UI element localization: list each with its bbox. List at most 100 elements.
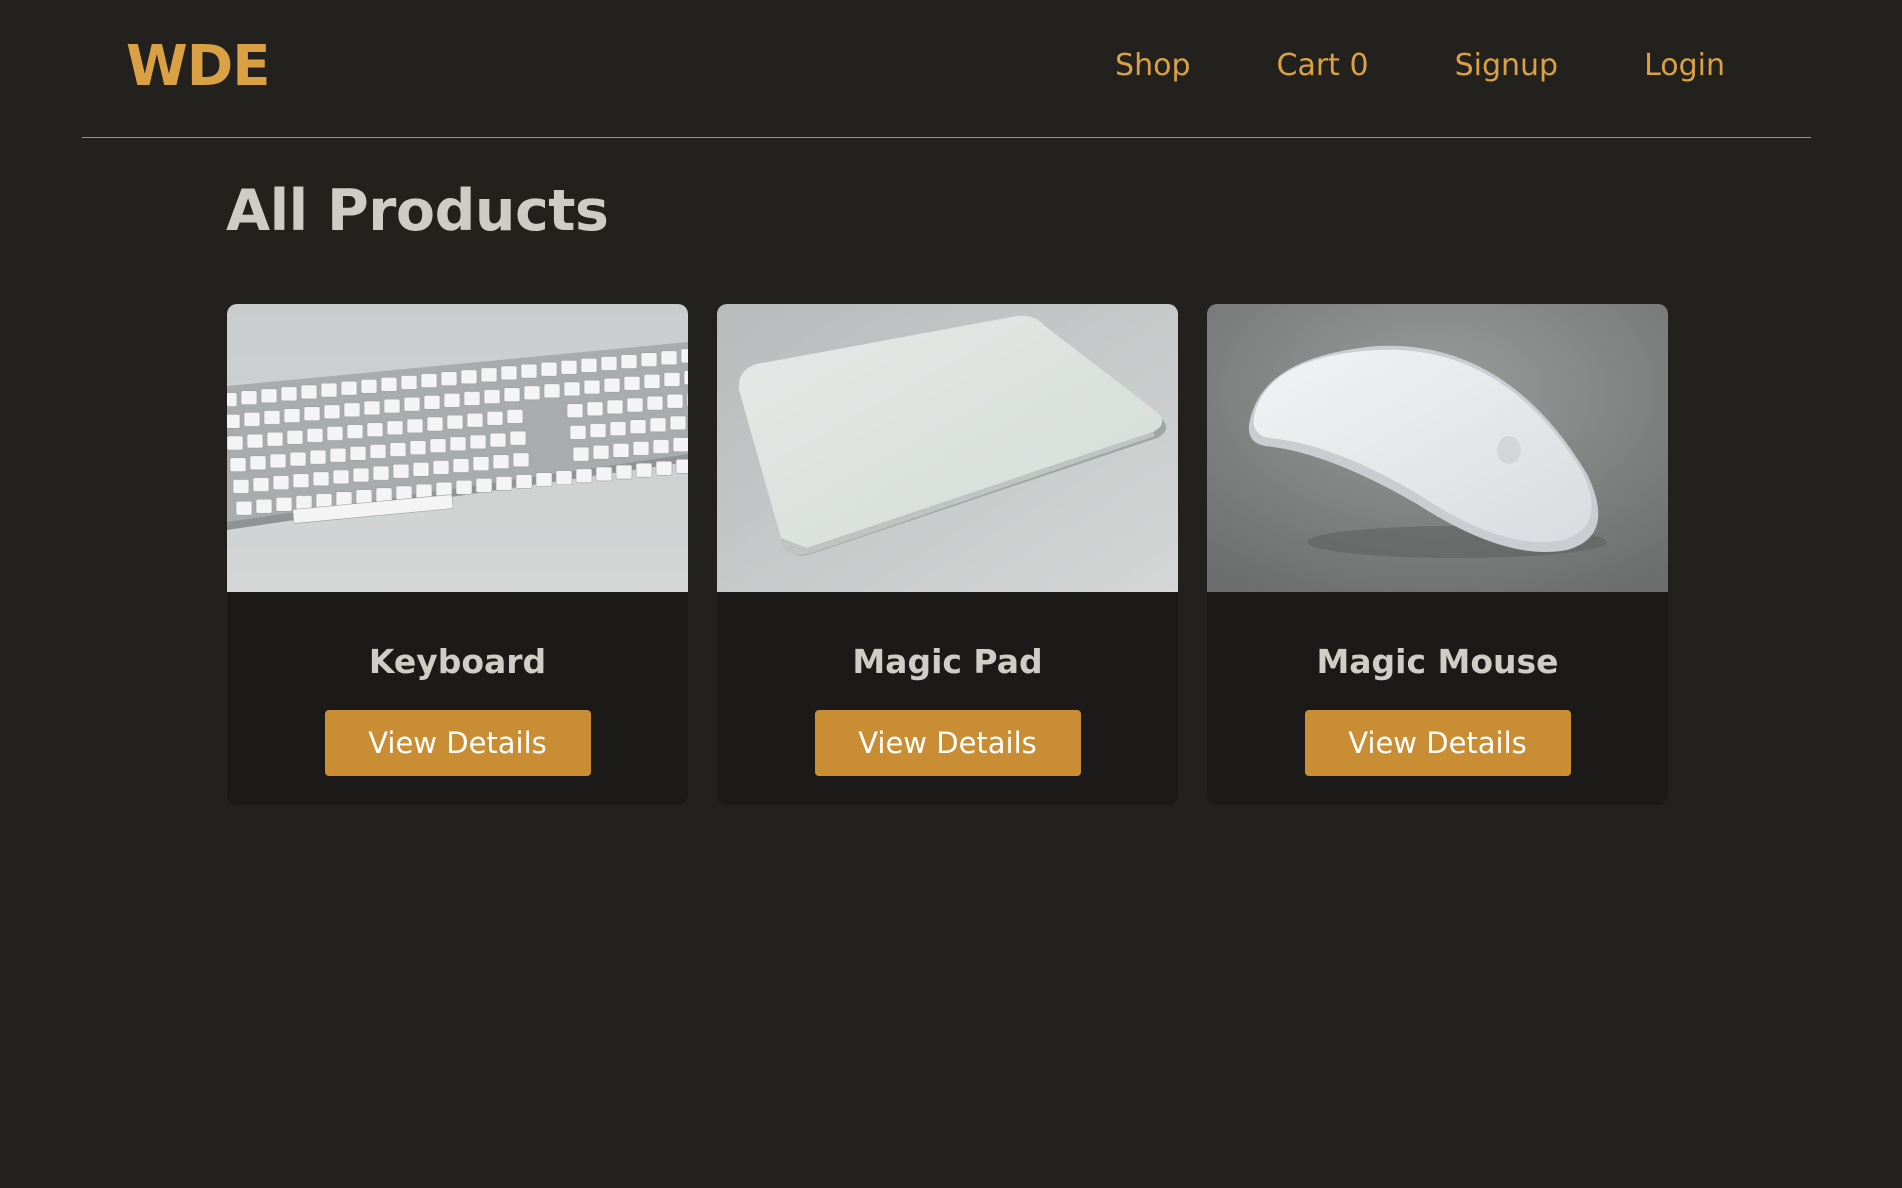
- key-cap: [266, 431, 284, 447]
- view-details-button[interactable]: View Details: [814, 710, 1081, 776]
- key-cap: [483, 389, 501, 404]
- key-cap: [663, 372, 681, 387]
- key-cap: [309, 449, 327, 465]
- key-cap: [289, 451, 307, 467]
- key-cap: [486, 411, 504, 426]
- logo[interactable]: WDE: [126, 34, 271, 99]
- key-cap: [535, 472, 553, 487]
- key-cap: [383, 398, 401, 414]
- key-cap: [603, 377, 621, 393]
- product-name: Keyboard: [368, 642, 547, 681]
- key-cap: [329, 447, 347, 463]
- key-cap: [515, 474, 533, 489]
- key-cap: [446, 414, 464, 430]
- key-cap: [283, 408, 301, 423]
- key-cap: [472, 456, 490, 471]
- key-cap: [369, 444, 387, 459]
- key-cap: [355, 489, 373, 505]
- key-cap: [295, 495, 313, 510]
- view-details-button[interactable]: View Details: [1304, 710, 1571, 776]
- key-cap: [227, 392, 238, 407]
- nav-shop[interactable]: Shop: [1115, 48, 1190, 83]
- key-cap: [392, 463, 410, 479]
- key-cap: [489, 432, 507, 448]
- key-cap: [352, 467, 370, 483]
- key-cap: [280, 386, 298, 402]
- key-cap: [286, 430, 304, 445]
- key-cap: [440, 371, 458, 386]
- key-cap: [320, 382, 338, 398]
- key-cap: [412, 462, 430, 477]
- nav-signup[interactable]: Signup: [1455, 48, 1559, 83]
- key-cap: [589, 423, 607, 438]
- nav-cart[interactable]: Cart 0: [1277, 48, 1369, 83]
- key-cap: [269, 453, 287, 469]
- site-header: WDE Shop Cart 0 Signup Login: [82, 0, 1811, 138]
- key-cap: [380, 377, 398, 392]
- key-cap: [340, 380, 358, 396]
- main-nav: Shop Cart 0 Signup Login: [1115, 48, 1725, 83]
- key-cap: [252, 477, 270, 492]
- key-cap: [543, 383, 561, 399]
- key-cap: [509, 430, 527, 446]
- key-cap: [572, 446, 590, 462]
- key-cap: [232, 479, 250, 494]
- mouse-image: [1207, 304, 1668, 592]
- key-cap: [346, 424, 364, 439]
- key-cap: [500, 365, 518, 381]
- key-cap: [227, 435, 244, 451]
- key-cap: [469, 434, 487, 450]
- product-card-keyboard: Keyboard View Details: [227, 304, 688, 805]
- key-cap: [646, 395, 664, 411]
- key-cap: [495, 476, 513, 491]
- key-cap: [563, 381, 581, 397]
- key-cap: [255, 498, 273, 514]
- key-cap: [586, 401, 604, 417]
- key-cap: [263, 410, 281, 425]
- key-cap: [363, 400, 381, 416]
- view-details-button[interactable]: View Details: [324, 710, 591, 776]
- key-cap: [326, 426, 344, 441]
- key-cap: [303, 406, 321, 421]
- key-cap: [235, 500, 253, 516]
- key-cap: [623, 375, 641, 391]
- key-cap: [292, 473, 310, 489]
- key-cap: [569, 425, 587, 440]
- key-cap: [375, 487, 393, 503]
- key-cap: [672, 437, 688, 452]
- trackpad-image: [717, 304, 1178, 592]
- key-cap: [449, 436, 467, 452]
- key-cap: [620, 354, 638, 369]
- key-cap: [323, 404, 341, 420]
- key-cap: [435, 481, 453, 497]
- key-cap: [595, 466, 613, 482]
- key-cap: [360, 378, 378, 394]
- key-cap: [643, 374, 661, 389]
- key-cap: [606, 399, 624, 415]
- page-title: All Products: [226, 178, 609, 244]
- product-card-magic-mouse: Magic Mouse View Details: [1207, 304, 1668, 805]
- key-cap: [475, 478, 493, 493]
- key-cap: [609, 421, 627, 436]
- key-cap: [260, 388, 278, 404]
- key-cap: [372, 465, 390, 481]
- key-cap: [249, 455, 267, 471]
- key-cap: [640, 352, 658, 367]
- key-cap: [335, 491, 353, 506]
- key-cap: [300, 384, 318, 400]
- key-cap: [512, 452, 530, 468]
- nav-login[interactable]: Login: [1644, 48, 1725, 83]
- key-cap: [520, 363, 538, 379]
- key-cap: [503, 387, 521, 402]
- key-cap: [415, 483, 433, 499]
- key-cap: [652, 439, 670, 454]
- key-cap: [555, 470, 573, 486]
- key-cap: [566, 403, 584, 418]
- key-cap: [680, 348, 688, 364]
- key-cap: [455, 479, 473, 495]
- key-cap: [406, 418, 424, 434]
- key-cap: [523, 385, 541, 401]
- key-cap: [632, 441, 650, 456]
- keyboard-image: [227, 304, 688, 592]
- key-cap: [443, 393, 461, 408]
